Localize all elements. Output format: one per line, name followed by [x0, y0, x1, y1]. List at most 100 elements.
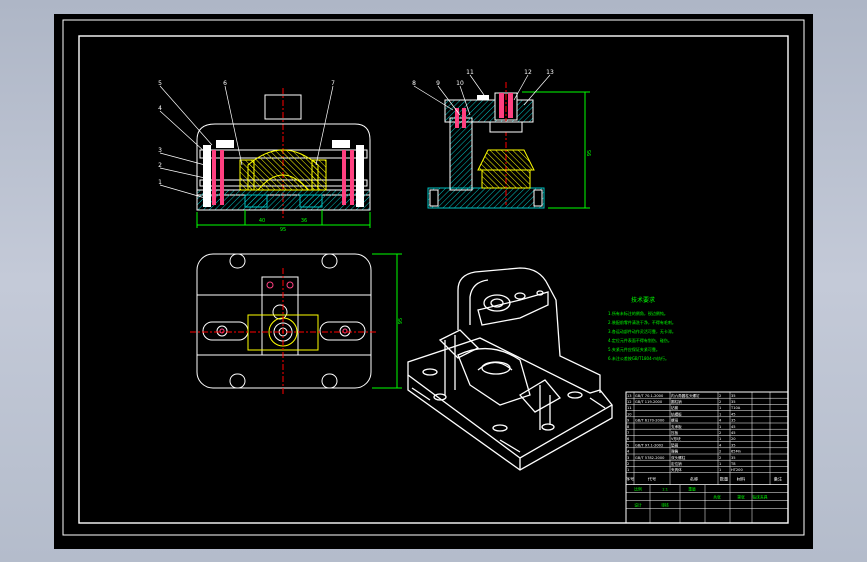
bom-cell: 4 [719, 419, 722, 423]
bom-cell: 35 [731, 456, 736, 460]
callout-7: 7 [331, 80, 335, 87]
bom-cell: 45 [731, 412, 736, 416]
dim-left: 40 [259, 218, 265, 224]
tech-note-5: 5.夹紧元件应保证夹紧可靠。 [608, 346, 660, 352]
bom-cell: 内六角圆柱头螺钉 [671, 393, 700, 398]
bom-cell: T10A [730, 406, 741, 410]
bom-cell: 3 [627, 456, 629, 460]
tech-note-3: 3.各运动部件动作灵活可靠，无卡滞。 [608, 328, 676, 334]
bom-cell: 10 [627, 412, 632, 416]
bom-cell: 2 [719, 431, 721, 435]
bom-cell: GB/T 97.1-2002 [635, 443, 663, 447]
title-block-cell: 第张 [737, 495, 745, 500]
callout-6: 6 [223, 80, 227, 87]
bom-cell: 钻模板 [671, 411, 682, 416]
bom-cell: 圆柱销 [671, 399, 682, 404]
bom-cell: 1 [719, 412, 721, 416]
drawing-sheet[interactable]: 5 4 3 2 1 6 7 95 40 36 8 9 10 11 12 13 9… [54, 14, 813, 549]
callout-1: 1 [158, 179, 162, 186]
bom-cell: 双头螺柱 [671, 455, 686, 460]
outer-border [62, 19, 805, 536]
bom-header-cell: 数量 [720, 476, 728, 483]
inner-border [78, 35, 789, 524]
tech-note-1: 1.所有未标注的倒角，锐边倒钝。 [608, 310, 668, 316]
callout-10: 10 [456, 80, 464, 87]
dim-right: 36 [301, 218, 307, 224]
callout-4: 4 [158, 105, 162, 112]
bom-cell: 2 [719, 400, 721, 404]
callout-2: 2 [158, 162, 162, 169]
title-block-cell: 共张 [713, 495, 721, 500]
bom-cell: 钻套 [671, 405, 679, 410]
bom-cell: GB/T 6170-2000 [635, 419, 665, 423]
title-block-cell: 比例 [634, 487, 642, 492]
bom-cell: 6 [627, 437, 630, 441]
callout-5: 5 [158, 80, 162, 87]
bom-cell: 8 [627, 425, 630, 429]
bom-header-cell: 备注 [774, 476, 783, 483]
bom-cell: 65Mn [731, 450, 741, 454]
bom-cell: 夹具体 [671, 467, 682, 472]
bom-cell: V形块 [671, 436, 681, 441]
bom-cell: 定位销 [671, 461, 682, 466]
bom-cell: 支承板 [671, 424, 682, 429]
side-view [427, 82, 590, 209]
dim-top-height: 95 [398, 318, 404, 324]
title-block-cell: 1:1 [662, 487, 669, 492]
callout-13: 13 [546, 69, 554, 76]
bom-cell: 垫圈 [671, 442, 679, 447]
bom-cell: 35 [731, 400, 736, 404]
callout-8: 8 [412, 80, 416, 87]
bom-cell: 螺母 [671, 418, 679, 423]
bom-cell: HT200 [731, 468, 743, 472]
callout-12: 12 [524, 69, 532, 76]
bom-cell: 2 [719, 450, 721, 454]
bom-cell: 11 [627, 406, 632, 410]
bom-cell: 1 [719, 468, 721, 472]
title-block-cell: 审核 [661, 503, 669, 508]
bom-cell: 弹簧 [671, 449, 679, 454]
bom-cell: 35 [731, 443, 736, 447]
bom-cell: 压板 [671, 430, 679, 435]
isometric-view [407, 267, 613, 471]
bom-cell: 9 [627, 419, 630, 423]
bom-cell: 12 [627, 400, 632, 404]
callout-3: 3 [158, 147, 162, 154]
tech-notes-title: 技术要求 [631, 296, 655, 304]
callout-11: 11 [466, 69, 474, 76]
bom-cell: 2 [719, 456, 721, 460]
bom-header-cell: 序号 [626, 476, 634, 483]
bom-cell: 20 [731, 437, 736, 441]
bom-cell: GB/T 70.1-2000 [635, 394, 664, 398]
bom-cell: 45 [731, 425, 736, 429]
bom-cell: 1 [719, 406, 721, 410]
bom-cell: 35 [731, 419, 736, 423]
bom-cell: 2 [719, 394, 721, 398]
bom-cell: 5 [627, 443, 629, 447]
front-view [196, 88, 371, 228]
dim-overall-width: 95 [280, 227, 286, 233]
bom-cell: 2 [627, 462, 629, 466]
bom-header-cell: 名称 [690, 476, 698, 483]
dim-side-height: 95 [587, 150, 593, 156]
fixture-assembly-drawing: 5 4 3 2 1 6 7 95 40 36 8 9 10 11 12 13 9… [62, 19, 805, 536]
bom-cell: GB/T 5782-2000 [635, 456, 665, 460]
callout-9: 9 [436, 80, 440, 87]
title-block-cell: 重量 [688, 487, 696, 492]
title-block-cell: 设计 [634, 503, 642, 508]
bom-cell: 7 [627, 431, 629, 435]
bom-header-cell: 代号 [648, 476, 656, 483]
bill-of-materials: 13 GB/T 70.1-2000 内六角圆柱头螺钉 2 3512 GB/T 119-20… [625, 391, 789, 524]
bom-cell: T8 [730, 462, 736, 466]
technical-notes: 技术要求 1.所有未标注的倒角，锐边倒钝。 2.装配前零件清洗干净，不得有毛刺。… [608, 296, 676, 361]
bom-cell: 1 [719, 425, 721, 429]
bom-cell: 1 [719, 437, 721, 441]
tech-note-6: 6.未注公差按GB/T1804-m执行。 [608, 355, 669, 361]
top-view [190, 253, 402, 395]
cad-viewport[interactable]: 5 4 3 2 1 6 7 95 40 36 8 9 10 11 12 13 9… [0, 0, 867, 562]
bom-cell: 4 [719, 443, 722, 447]
bom-cell: 1 [719, 462, 721, 466]
title-block-cell: 钻床夹具 [752, 495, 767, 500]
tech-note-4: 4.定位元件表面不得有划伤、碰伤。 [608, 337, 672, 343]
bom-cell: 4 [627, 450, 630, 454]
